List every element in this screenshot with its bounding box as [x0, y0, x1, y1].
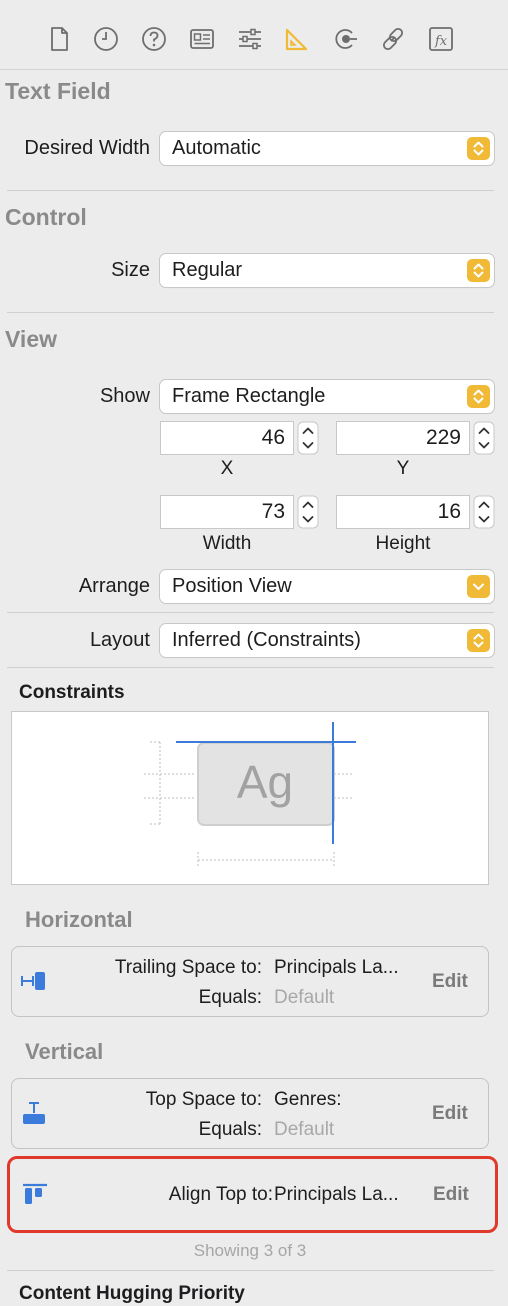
align-top-icon [23, 1183, 47, 1204]
divider [7, 612, 494, 613]
y-caption: Y [396, 458, 410, 479]
height-stepper[interactable] [473, 495, 495, 529]
height-field[interactable]: 16 [336, 495, 470, 529]
desired-width-value: Automatic [172, 137, 261, 159]
width-field[interactable]: 73 [160, 495, 294, 529]
chevron-updown-icon [467, 259, 490, 282]
section-title-control: Control [5, 204, 87, 230]
y-stepper[interactable] [473, 421, 495, 455]
sliders-icon[interactable] [233, 22, 267, 56]
constraints-preview: Ag [11, 711, 489, 885]
x-field[interactable]: 46 [160, 421, 294, 455]
arrange-popup[interactable]: Position View [160, 570, 494, 603]
chevron-updown-icon [467, 629, 490, 652]
size-label: Size [111, 259, 150, 281]
desired-width-popup[interactable]: Automatic [160, 132, 494, 165]
preview-text: Ag [237, 756, 293, 808]
constraint-target: Genres: [274, 1089, 342, 1110]
layout-label: Layout [89, 629, 150, 651]
constraint-label: Top Space to: [145, 1089, 262, 1110]
y-field[interactable]: 229 [336, 421, 470, 455]
layout-popup[interactable]: Inferred (Constraints) [160, 624, 494, 657]
section-title-view: View [5, 326, 57, 352]
constraints-title: Constraints [19, 682, 125, 703]
layout-value: Inferred (Constraints) [172, 629, 361, 651]
chevron-updown-icon [467, 385, 490, 408]
horizontal-title: Horizontal [25, 907, 133, 932]
desired-width-label: Desired Width [24, 137, 150, 159]
constraint-target: Principals La... [274, 1184, 399, 1205]
divider [7, 667, 494, 668]
show-popup[interactable]: Frame Rectangle [160, 380, 494, 413]
constraint-equals-value: Default [274, 1119, 335, 1140]
size-popup[interactable]: Regular [160, 254, 494, 287]
ruler-icon[interactable] [280, 22, 314, 56]
identity-icon[interactable] [185, 22, 219, 56]
connections-icon[interactable] [328, 22, 362, 56]
svg-text:fx: fx [434, 34, 448, 49]
edit-button[interactable]: Edit [432, 1103, 468, 1125]
x-stepper[interactable] [297, 421, 319, 455]
constraint-row-trailing-space[interactable]: Trailing Space to: Principals La... Equa… [11, 946, 489, 1017]
showing-count: Showing 3 of 3 [193, 1241, 307, 1260]
constraint-equals-value: Default [274, 987, 335, 1008]
help-icon[interactable] [137, 22, 171, 56]
content-hugging-title: Content Hugging Priority [19, 1283, 245, 1304]
constraint-equals-label: Equals: [198, 987, 262, 1008]
trailing-space-icon [21, 972, 45, 990]
chevron-updown-icon [467, 137, 490, 160]
constraints-diagram: Ag [144, 722, 356, 868]
constraint-label: Align Top to: [168, 1184, 273, 1205]
link-icon[interactable] [376, 22, 410, 56]
height-caption: Height [375, 533, 431, 554]
show-value: Frame Rectangle [172, 385, 326, 407]
width-caption: Width [202, 533, 252, 554]
size-value: Regular [172, 259, 243, 281]
constraint-equals-label: Equals: [198, 1119, 262, 1140]
constraint-row-align-top[interactable]: Align Top to: Principals La... Edit [7, 1156, 498, 1233]
top-space-icon [23, 1102, 45, 1124]
vertical-title: Vertical [25, 1039, 104, 1064]
divider [7, 1270, 494, 1271]
divider [7, 312, 494, 313]
file-icon[interactable] [42, 22, 76, 56]
inspector-toolbar: fx [0, 0, 508, 70]
width-stepper[interactable] [297, 495, 319, 529]
edit-button[interactable]: Edit [432, 971, 468, 993]
arrange-value: Position View [172, 575, 292, 597]
constraint-label: Trailing Space to: [114, 957, 262, 978]
edit-button[interactable]: Edit [433, 1184, 469, 1206]
chevron-down-icon [467, 575, 490, 598]
constraint-target: Principals La... [274, 957, 399, 978]
fx-icon[interactable]: fx [424, 22, 458, 56]
divider [7, 190, 494, 191]
constraint-row-top-space[interactable]: Top Space to: Genres: Equals: Default Ed… [11, 1078, 489, 1149]
arrange-label: Arrange [78, 575, 150, 597]
section-title-text-field: Text Field [5, 78, 111, 104]
clock-icon[interactable] [89, 22, 123, 56]
x-caption: X [220, 458, 234, 479]
show-label: Show [99, 385, 150, 407]
